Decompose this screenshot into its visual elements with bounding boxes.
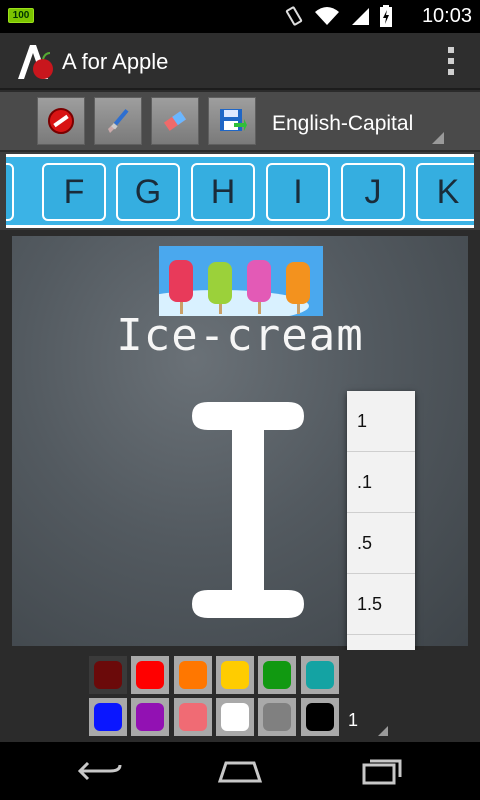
color-swatch-yellow[interactable] — [216, 656, 254, 694]
status-icons — [284, 5, 392, 27]
app-screen: 100 10:03 A for Apple English-Capital F … — [0, 0, 480, 800]
color-swatch-red[interactable] — [131, 656, 169, 694]
letter-tile[interactable]: K — [416, 163, 474, 221]
app-title: A for Apple — [62, 49, 169, 74]
color-swatch-orange[interactable] — [174, 656, 212, 694]
home-icon — [217, 761, 263, 783]
size-option[interactable]: .1 — [347, 452, 415, 513]
letter-band: E F G H I J K — [6, 154, 474, 228]
letter-tile[interactable]: H — [191, 163, 255, 221]
letter-strip[interactable]: E F G H I J K — [0, 152, 480, 230]
color-swatch-purple[interactable] — [131, 698, 169, 736]
back-icon — [78, 761, 122, 781]
signal-icon — [352, 8, 369, 25]
brush-size-spinner[interactable]: 1 — [342, 706, 388, 736]
clear-button[interactable] — [37, 97, 85, 145]
status-bar: 100 10:03 — [0, 0, 480, 33]
app-logo-icon[interactable] — [14, 41, 56, 83]
size-option[interactable]: 1.5 — [347, 574, 415, 635]
size-option[interactable]: .5 — [347, 513, 415, 574]
overflow-menu-icon[interactable] — [448, 47, 456, 75]
language-selector[interactable]: English-Capital — [266, 100, 444, 144]
letter-tile[interactable]: F — [42, 163, 106, 221]
no-entry-icon — [48, 108, 74, 134]
brush-size-value: 1 — [348, 710, 359, 730]
letter-tile[interactable]: E — [6, 163, 14, 221]
clock: 10:03 — [421, 5, 472, 27]
navigation-bar — [0, 742, 480, 800]
toolbar: English-Capital — [0, 92, 480, 150]
color-swatch-green[interactable] — [258, 656, 296, 694]
save-icon — [220, 109, 247, 131]
color-swatch-teal[interactable] — [301, 656, 339, 694]
recent-apps-icon — [362, 759, 402, 785]
eraser-icon — [163, 111, 187, 131]
eraser-button[interactable] — [151, 97, 199, 145]
letter-tile[interactable]: I — [266, 163, 330, 221]
color-palette: 1 — [0, 650, 480, 742]
color-swatch-black[interactable] — [301, 698, 339, 736]
recent-apps-button[interactable] — [342, 750, 422, 792]
battery-icon — [380, 5, 392, 27]
color-swatch-pink[interactable] — [174, 698, 212, 736]
ice-cream-picture — [159, 246, 323, 316]
word-label: Ice-cream — [116, 310, 364, 361]
home-button[interactable] — [200, 750, 280, 792]
language-label: English-Capital — [272, 112, 414, 135]
color-swatch-gray[interactable] — [258, 698, 296, 736]
color-swatch-white[interactable] — [216, 698, 254, 736]
vibrate-icon — [285, 6, 303, 26]
color-swatch-blue[interactable] — [89, 698, 127, 736]
back-button[interactable] — [60, 750, 140, 792]
dropdown-caret-icon — [378, 726, 388, 736]
color-swatch-dark-red[interactable] — [89, 656, 127, 694]
letter-tile[interactable]: J — [341, 163, 405, 221]
size-option[interactable]: 1 — [347, 391, 415, 452]
brush-button[interactable] — [94, 97, 142, 145]
letter-tile[interactable]: G — [116, 163, 180, 221]
traced-letter-i — [192, 402, 304, 618]
save-button[interactable] — [208, 97, 256, 145]
action-bar: A for Apple — [0, 33, 480, 90]
wifi-icon — [315, 7, 339, 25]
battery-notification-icon: 100 — [8, 8, 34, 23]
paintbrush-icon — [108, 108, 129, 133]
dropdown-caret-icon — [432, 132, 444, 144]
